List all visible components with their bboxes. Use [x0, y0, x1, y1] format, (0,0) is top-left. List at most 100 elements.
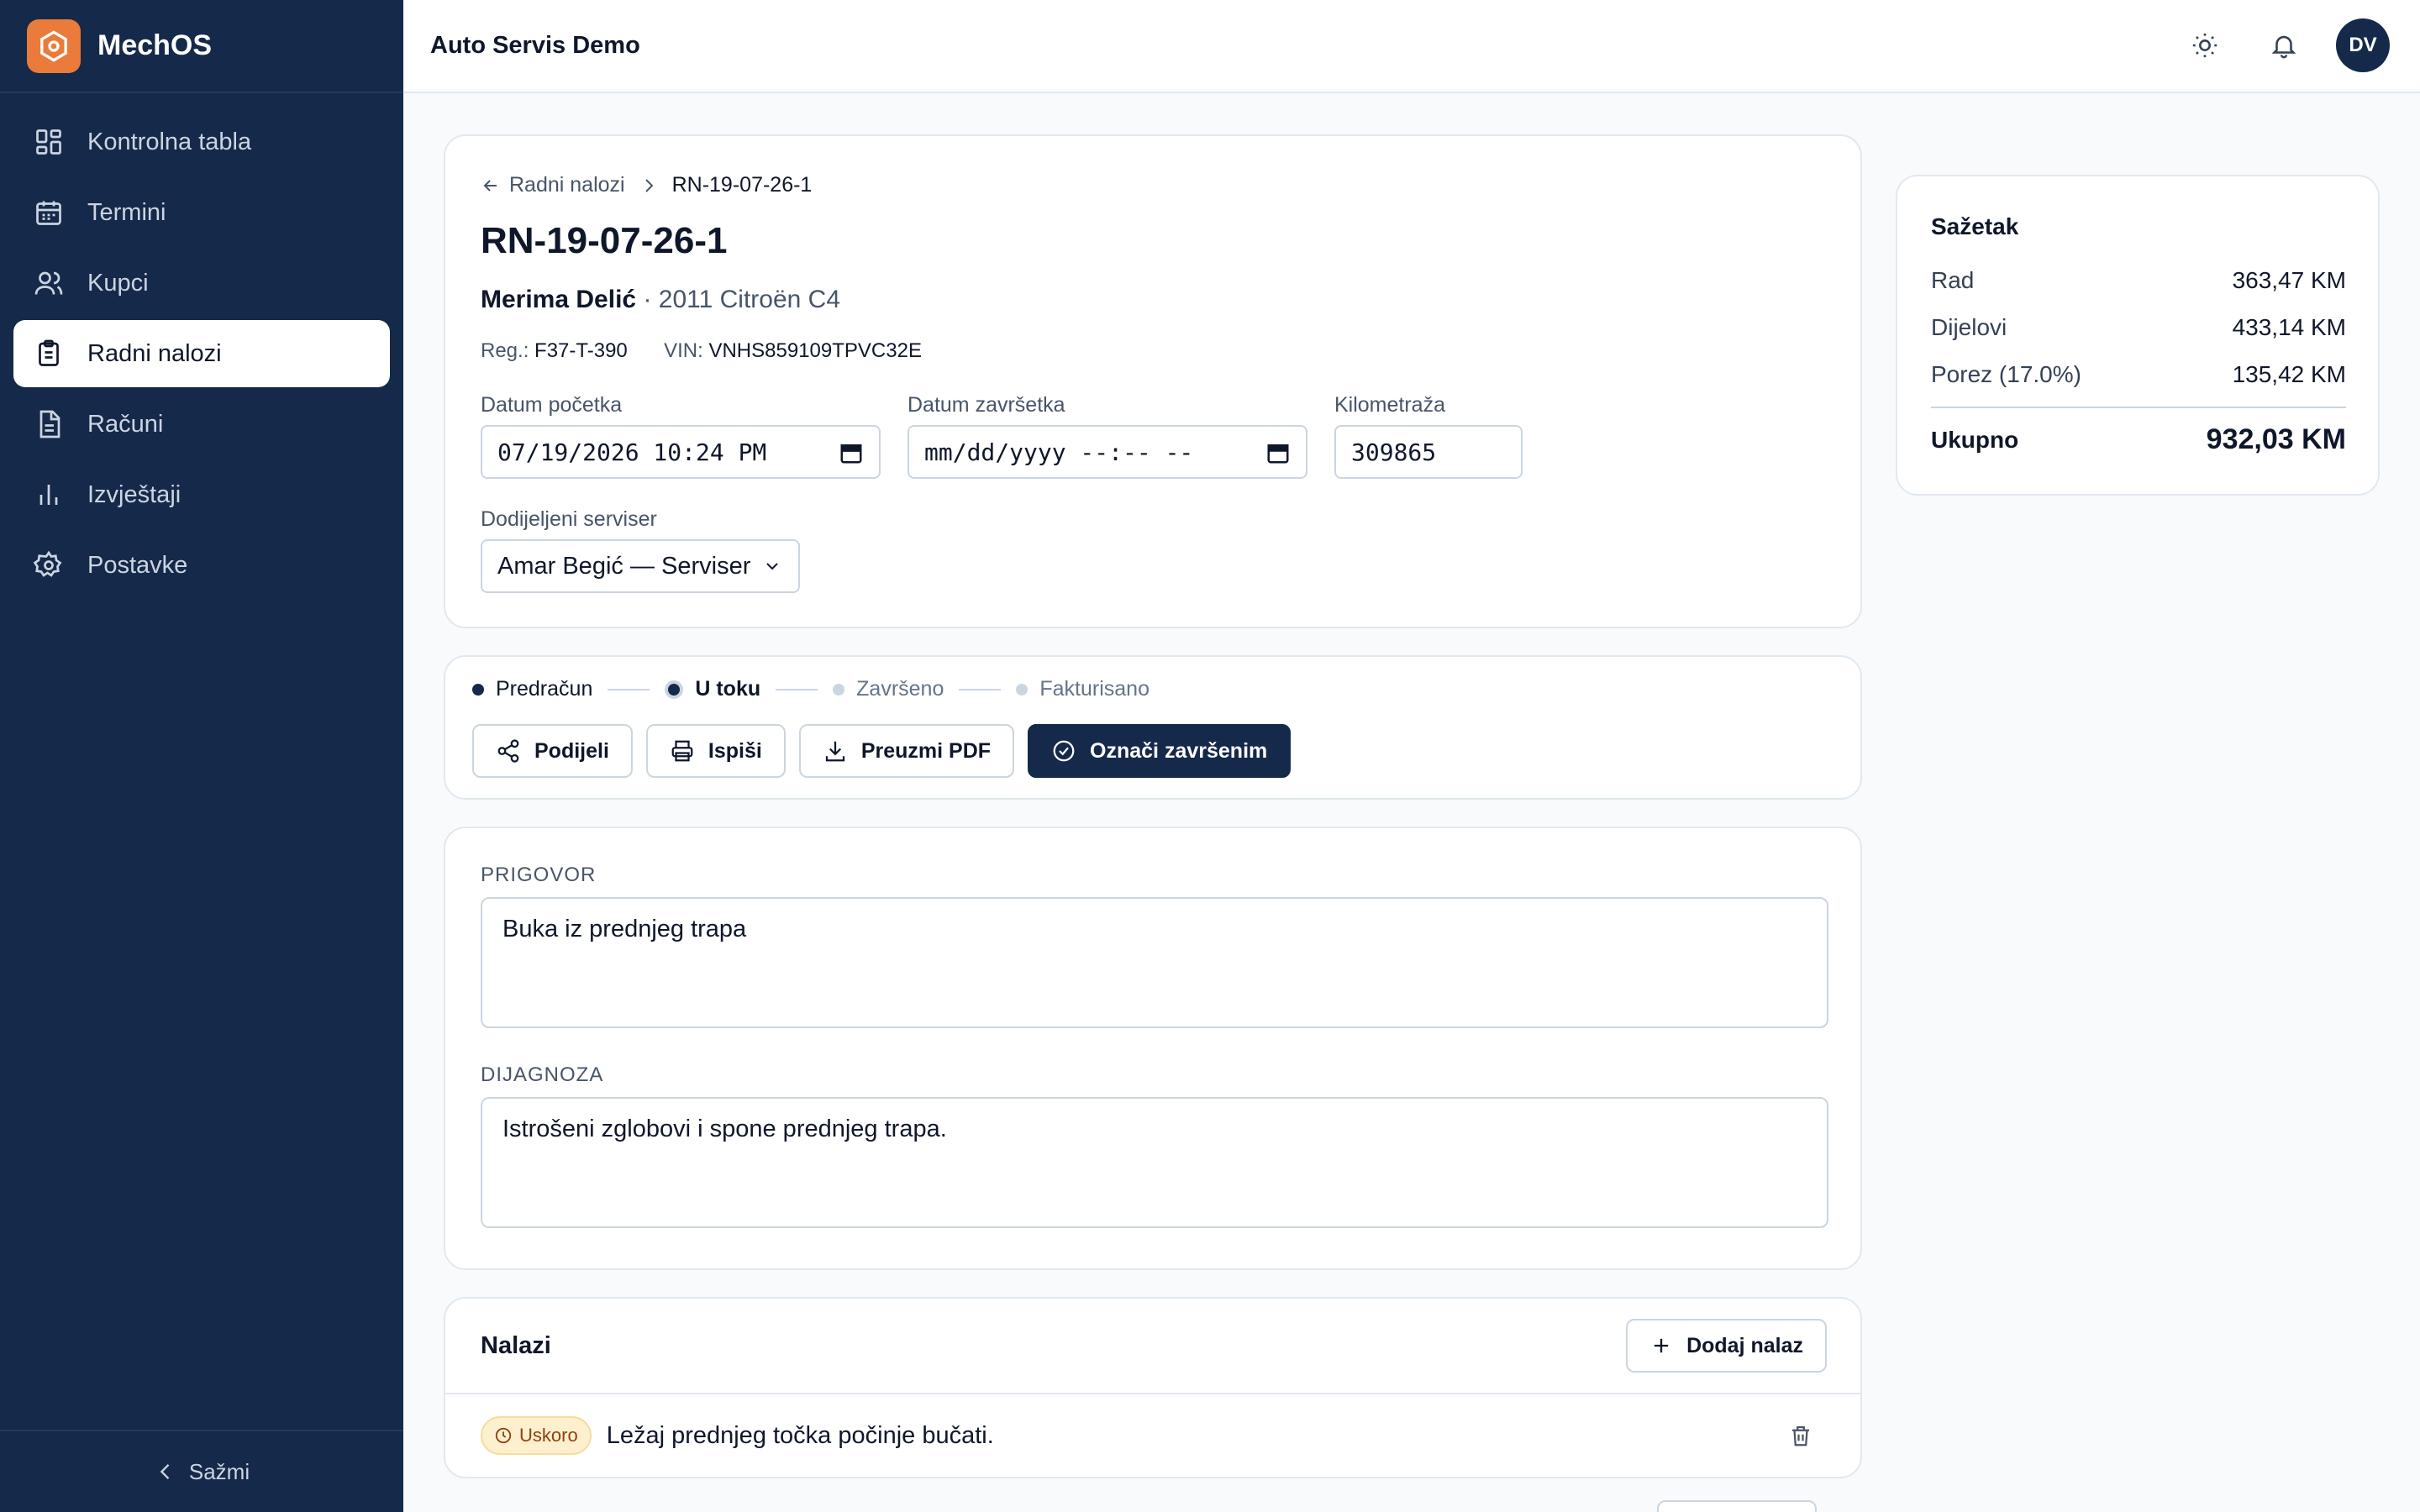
sidebar-item-settings[interactable]: Postavke — [13, 532, 390, 599]
mileage-value: 309865 — [1351, 438, 1437, 466]
sidebar-item-label: Radni nalozi — [87, 339, 222, 367]
theme-toggle-button[interactable] — [2178, 18, 2232, 72]
summary-title: Sažetak — [1931, 213, 2019, 239]
findings-header: Nalazi Dodaj nalaz — [445, 1299, 1860, 1394]
mark-complete-button[interactable]: Označi završenim — [1028, 724, 1292, 778]
sidebar-item-reports[interactable]: Izvještaji — [13, 461, 390, 528]
download-pdf-button[interactable]: Preuzmi PDF — [798, 724, 1015, 778]
parts-value: 433,14 KM — [2232, 314, 2346, 340]
users-icon — [34, 271, 63, 295]
step-connector — [608, 688, 650, 690]
step-in-progress: U toku — [665, 677, 760, 701]
chevron-left-icon — [160, 1464, 170, 1479]
diagnosis-value: Istrošeni zglobovi i spone prednjeg trap… — [502, 1116, 947, 1142]
sidebar-item-label: Kupci — [87, 269, 149, 297]
sidebar-item-label: Izvještaji — [87, 480, 182, 508]
list-item: Uskoro Ležaj prednjeg točka počinje buča… — [481, 1416, 994, 1455]
action-bar: Podijeli Ispiši Preuzmi PDF Označi završ… — [472, 724, 1304, 778]
step-label: U toku — [695, 677, 761, 701]
step-label: Predračun — [496, 677, 593, 701]
share-label: Podijeli — [534, 738, 609, 763]
labor-value: 363,47 KM — [2232, 267, 2346, 293]
end-date-input[interactable]: mm/dd/yyyy --:-- -- — [908, 425, 1307, 479]
start-date-value: 07/19/2026 10:24 PM — [497, 438, 767, 466]
end-date-label: Datum završetka — [908, 393, 1065, 417]
notifications-button[interactable] — [2257, 18, 2311, 72]
topbar: Auto Servis Demo DV — [403, 0, 2420, 93]
file-icon — [39, 410, 60, 438]
sun-icon — [2192, 33, 2217, 58]
arrow-left-icon — [483, 179, 497, 192]
breadcrumb-back-link[interactable]: Radni nalozi — [481, 173, 625, 197]
work-order-card: Radni nalozi RN-19-07-26-1 RN-19-07-26-1… — [444, 134, 1862, 628]
topbar-actions: DV — [2178, 18, 2390, 72]
summary-row-parts: Dijelovi 433,14 KM — [1931, 314, 2346, 341]
share-button[interactable]: Podijeli — [472, 724, 633, 778]
technician-select[interactable]: Amar Begić — Serviser — [481, 539, 800, 593]
calendar-icon — [36, 201, 61, 225]
sidebar-item-label: Postavke — [87, 551, 188, 579]
collapse-label: Sažmi — [188, 1458, 250, 1484]
add-finding-button[interactable]: Dodaj nalaz — [1626, 1319, 1827, 1373]
labor-label: Rad — [1931, 267, 1975, 293]
calendar-icon — [1267, 444, 1289, 464]
avatar[interactable]: DV — [2336, 18, 2390, 72]
check-circle-icon — [1053, 740, 1075, 762]
plus-icon — [1654, 1338, 1669, 1353]
sidebar-item-customers[interactable]: Kupci — [13, 249, 390, 317]
sidebar-item-label: Računi — [87, 410, 164, 438]
print-label: Ispiši — [708, 738, 762, 763]
reg-value: F37-T-390 — [534, 339, 628, 362]
trash-icon[interactable] — [1788, 1423, 1813, 1448]
sidebar: MechOS Kontrolna tabla Termini Kupci Rad… — [0, 0, 403, 1512]
step-label: Završeno — [856, 677, 944, 701]
summary-total: Ukupno 932,03 KM — [1931, 423, 2346, 456]
diagnosis-textarea[interactable]: Istrošeni zglobovi i spone prednjeg trap… — [481, 1097, 1828, 1228]
calendar-icon — [840, 444, 862, 464]
workspace-title: Auto Servis Demo — [430, 32, 640, 59]
customer-name[interactable]: Merima Delić — [481, 286, 636, 313]
summary-card: Sažetak Rad 363,47 KM Dijelovi 433,14 KM… — [1896, 175, 2380, 496]
status-badge: Uskoro — [481, 1416, 592, 1455]
status-stepper: Predračun U toku Završeno Fakturisano — [472, 677, 1150, 701]
gear-icon — [34, 550, 62, 577]
mileage-input[interactable]: 309865 — [1334, 425, 1523, 479]
summary-divider — [1931, 407, 2346, 408]
complaint-textarea[interactable]: Buka iz prednjeg trapa — [481, 897, 1828, 1028]
vin-label: VIN: — [664, 339, 703, 362]
start-date-input[interactable]: 07/19/2026 10:24 PM — [481, 425, 881, 479]
complaint-value: Buka iz prednjeg trapa — [502, 916, 747, 942]
breadcrumb-current: RN-19-07-26-1 — [671, 173, 813, 197]
total-value: 932,03 KM — [2206, 423, 2346, 455]
reg-label: Reg.: — [481, 339, 529, 362]
step-estimate: Predračun — [472, 677, 592, 701]
dashboard-icon — [36, 129, 61, 155]
step-invoiced: Fakturisano — [1016, 677, 1150, 701]
sidebar-item-work-orders[interactable]: Radni nalozi — [13, 320, 390, 387]
tax-value: 135,42 KM — [2232, 361, 2346, 387]
registration-line: Reg.: F37-T-390 VIN: VNHS859109TPVC32E — [481, 339, 922, 363]
print-button[interactable]: Ispiši — [645, 724, 786, 778]
breadcrumb-parent: Radni nalozi — [509, 173, 625, 197]
printer-icon — [671, 740, 693, 762]
notes-card: PRIGOVOR Buka iz prednjeg trapa DIJAGNOZ… — [444, 827, 1862, 1270]
sidebar-item-dashboard[interactable]: Kontrolna tabla — [13, 108, 390, 176]
step-connector — [776, 688, 818, 690]
summary-row-tax: Porez (17.0%) 135,42 KM — [1931, 361, 2346, 388]
vin-value: VNHS859109TPVC32E — [708, 339, 922, 362]
collapse-sidebar-button[interactable]: Sažmi — [0, 1430, 403, 1512]
tax-label: Porez (17.0%) — [1931, 361, 2081, 387]
sidebar-item-appointments[interactable]: Termini — [13, 179, 390, 246]
technician-value: Amar Begić — Serviser — [497, 552, 751, 580]
sidebar-item-label: Termini — [87, 198, 166, 226]
add-finding-label: Dodaj nalaz — [1686, 1333, 1803, 1357]
share-icon — [497, 739, 519, 763]
sidebar-item-label: Kontrolna tabla — [87, 128, 252, 155]
download-icon — [825, 741, 844, 762]
customer-vehicle-line: Merima Delić · 2011 Citroën C4 — [481, 286, 840, 314]
chevron-down-icon — [766, 563, 779, 570]
page-title: RN-19-07-26-1 — [481, 220, 728, 261]
sidebar-item-invoices[interactable]: Računi — [13, 391, 390, 458]
partial-button[interactable] — [1657, 1500, 1817, 1512]
step-label: Fakturisano — [1039, 677, 1150, 701]
